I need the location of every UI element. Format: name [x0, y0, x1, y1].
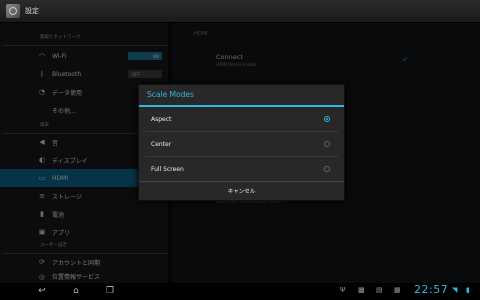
recent-apps-icon[interactable]: ❐ — [102, 286, 118, 297]
cancel-button[interactable]: キャンセル — [139, 181, 344, 200]
radio-checked-icon[interactable] — [324, 116, 330, 122]
option-label: Center — [151, 140, 172, 148]
option-label: Aspect — [151, 115, 172, 123]
page-title: 設定 — [25, 7, 39, 15]
option-center[interactable]: Center — [139, 132, 344, 156]
option-label: Full Screen — [151, 165, 184, 173]
title-bar: 設定 — [0, 0, 480, 23]
radio-unchecked-icon[interactable] — [324, 166, 330, 172]
settings-app-icon[interactable] — [6, 4, 20, 18]
battery-status-icon: ▮ — [466, 286, 470, 294]
dialog-title: Scale Modes — [139, 85, 344, 107]
option-full-screen[interactable]: Full Screen — [139, 157, 344, 181]
wifi-signal-icon: ◥ — [452, 286, 458, 294]
image-icon: ▩ — [358, 286, 365, 294]
option-aspect[interactable]: Aspect — [139, 107, 344, 131]
radio-unchecked-icon[interactable] — [324, 141, 330, 147]
scale-modes-dialog: Scale Modes Aspect Center Full Screen キャ… — [138, 84, 345, 201]
calendar-icon: ▦ — [394, 286, 401, 294]
briefcase-icon: ▤ — [376, 286, 383, 294]
usb-icon: Ψ — [340, 286, 346, 294]
home-icon[interactable]: ⌂ — [68, 286, 84, 297]
back-icon[interactable]: ↩ — [34, 286, 50, 297]
system-nav-bar: ↩ ⌂ ❐ Ψ ▩ ▤ ▦ 22:57 ◥ ▮ — [0, 283, 480, 300]
clock[interactable]: 22:57 — [414, 283, 448, 296]
